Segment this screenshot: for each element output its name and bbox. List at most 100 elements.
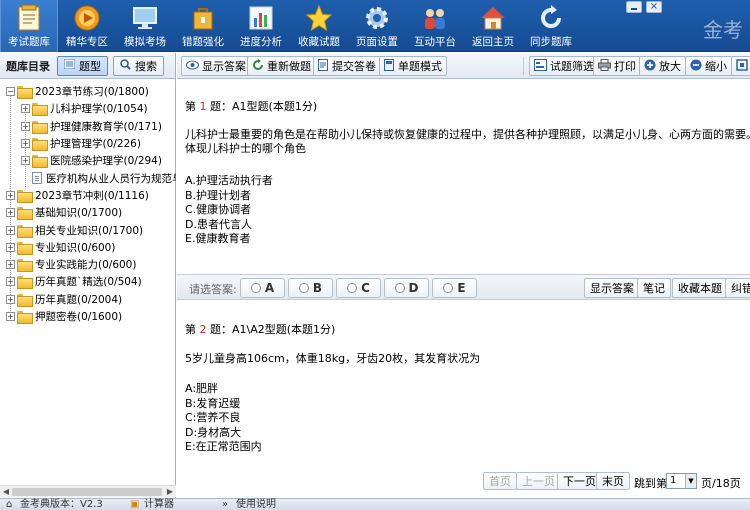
- minimize-button[interactable]: [626, 1, 642, 13]
- notes-button[interactable]: 笔记: [637, 278, 671, 298]
- page-select[interactable]: 1 ▼: [666, 473, 697, 489]
- tree-item-label: 基础知识(0/1700): [35, 207, 123, 220]
- chevron-down-icon[interactable]: ▼: [685, 474, 696, 488]
- expand-icon[interactable]: +: [6, 190, 15, 200]
- answer-choice-letter: B: [312, 281, 323, 295]
- show-answer-toolbar-button[interactable]: 显示答案: [181, 56, 251, 76]
- filter-questions-button[interactable]: 试题筛选: [529, 56, 599, 76]
- tree-item[interactable]: + 医院感染护理学(0/294): [0, 152, 176, 169]
- gear-icon: [362, 4, 392, 32]
- expand-icon[interactable]: +: [21, 104, 30, 114]
- radio-icon[interactable]: [394, 283, 405, 293]
- tree-item[interactable]: + 押题密卷(0/1600): [0, 308, 176, 325]
- tree-item[interactable]: + 专业实践能力(0/600): [0, 256, 176, 273]
- tree-item[interactable]: 医疗机构从业人员行为规范与医: [0, 169, 176, 186]
- nav-label: 错题强化: [182, 36, 224, 48]
- expand-icon[interactable]: +: [6, 208, 15, 218]
- answer-choice-a[interactable]: A: [240, 278, 285, 298]
- answer-choice-d[interactable]: D: [384, 278, 429, 298]
- expand-icon[interactable]: +: [6, 260, 15, 270]
- nav-item-bag[interactable]: 错题强化: [174, 0, 232, 52]
- scroll-right-icon[interactable]: ▶: [165, 487, 175, 497]
- tree-horizontal-scrollbar[interactable]: ◀ ▶: [0, 485, 176, 497]
- redo-button[interactable]: 重新做题: [247, 56, 316, 76]
- answer-choice-letter: C: [361, 281, 370, 295]
- close-button[interactable]: ×: [646, 1, 662, 13]
- nav-item-monitor[interactable]: 模拟考场: [116, 0, 174, 52]
- show-answer-button[interactable]: 显示答案: [584, 278, 640, 298]
- tree-item[interactable]: − 2023章节练习(0/1800): [0, 83, 176, 100]
- zoom-out-icon: [690, 59, 702, 74]
- radio-icon[interactable]: [443, 283, 454, 293]
- nav-item-bar-chart[interactable]: 进度分析: [232, 0, 290, 52]
- first-page-button[interactable]: 首页: [483, 472, 517, 490]
- tree-item[interactable]: + 护理管理学(0/226): [0, 135, 176, 152]
- folder-icon: [17, 293, 33, 307]
- zoom-out-button[interactable]: 缩小: [685, 56, 732, 76]
- scroll-left-icon[interactable]: ◀: [1, 487, 11, 497]
- prev-page-button[interactable]: 上一页: [516, 472, 561, 490]
- tree-item[interactable]: + 护理健康教育学(0/171): [0, 118, 176, 135]
- expand-icon[interactable]: +: [6, 225, 15, 235]
- brand-logo-text: 金考: [703, 18, 743, 42]
- nav-item-exam-bank[interactable]: 考试题库: [0, 0, 58, 52]
- question-1-type: 题：A1型题(本题1分): [210, 100, 318, 113]
- expand-icon[interactable]: +: [6, 294, 15, 304]
- expand-icon[interactable]: +: [21, 156, 30, 166]
- calculator-icon[interactable]: ▣: [130, 499, 139, 510]
- tree-item[interactable]: + 基础知识(0/1700): [0, 204, 176, 221]
- nav-item-sync[interactable]: 同步题库: [522, 0, 580, 52]
- tree-item-label: 2023章节冲刺(0/1116): [35, 189, 149, 202]
- catalog-tree: − 2023章节练习(0/1800) + 儿科护理学(0/1054) + 护理健康教育学(…: [0, 83, 176, 483]
- favorite-question-button[interactable]: 收藏本题: [672, 278, 728, 298]
- tree-item[interactable]: + 专业知识(0/600): [0, 239, 176, 256]
- zoom-in-button[interactable]: 放大: [639, 56, 686, 76]
- question-1-option: B.护理计划者: [185, 188, 252, 202]
- expand-icon[interactable]: +: [21, 121, 30, 131]
- fullscreen-button[interactable]: [731, 56, 750, 76]
- radio-icon[interactable]: [298, 283, 309, 293]
- expand-icon[interactable]: +: [6, 277, 15, 287]
- search-icon: [120, 58, 131, 73]
- nav-item-star[interactable]: 收藏试题: [290, 0, 348, 52]
- scroll-thumb[interactable]: [12, 488, 162, 496]
- print-label: 打印: [614, 60, 636, 73]
- question-2-option: C:营养不良: [185, 411, 241, 424]
- type-tab-button[interactable]: 题型: [57, 55, 108, 76]
- question-content: 第 1 题：A1型题(本题1分) 儿科护士最重要的角色是在帮助小儿保持或恢复健康…: [177, 80, 750, 498]
- tree-item[interactable]: + 历年真题`精选(0/504): [0, 273, 176, 290]
- print-button[interactable]: 打印: [593, 56, 641, 76]
- expand-icon[interactable]: +: [21, 139, 30, 149]
- nav-item-gear[interactable]: 页面设置: [348, 0, 406, 52]
- radio-icon[interactable]: [250, 283, 261, 293]
- question-2-option: E:在正常范围内: [185, 440, 262, 453]
- collapse-icon[interactable]: −: [6, 87, 15, 97]
- instructions-icon[interactable]: »: [222, 499, 228, 510]
- single-mode-button[interactable]: 单题模式: [379, 56, 447, 76]
- report-error-button[interactable]: 纠错: [725, 278, 750, 298]
- answer-choice-c[interactable]: C: [336, 278, 381, 298]
- tree-item[interactable]: + 历年真题(0/2004): [0, 291, 176, 308]
- expand-icon[interactable]: +: [6, 242, 15, 252]
- folder-icon: [17, 224, 33, 238]
- calculator-link[interactable]: 计算器: [144, 499, 174, 510]
- tree-item[interactable]: + 儿科护理学(0/1054): [0, 100, 176, 117]
- nav-item-play[interactable]: 精华专区: [58, 0, 116, 52]
- answer-choice-b[interactable]: B: [288, 278, 333, 298]
- expand-icon[interactable]: +: [6, 312, 15, 321]
- nav-item-home[interactable]: 返回主页: [464, 0, 522, 52]
- nav-item-people[interactable]: 互动平台: [406, 0, 464, 52]
- tree-item[interactable]: +2023章节冲刺(0/1116): [0, 187, 176, 204]
- instructions-link[interactable]: 使用说明: [236, 499, 276, 510]
- filter-icon: [534, 58, 547, 74]
- nav-label: 返回主页: [472, 36, 514, 48]
- last-page-button[interactable]: 末页: [596, 472, 630, 490]
- catalog-title: 题库目录: [6, 59, 50, 73]
- filter-questions-label: 试题筛选: [550, 60, 594, 73]
- search-tab-button[interactable]: 搜索: [113, 55, 164, 76]
- answer-choice-e[interactable]: E: [432, 278, 477, 298]
- submit-paper-button[interactable]: 提交答卷: [313, 56, 381, 76]
- question-2-stem: 5岁儿童身高106cm，体重18kg，牙齿20枚，其发育状况为: [185, 352, 481, 365]
- tree-item[interactable]: + 相关专业知识(0/1700): [0, 221, 176, 238]
- radio-icon[interactable]: [347, 283, 358, 293]
